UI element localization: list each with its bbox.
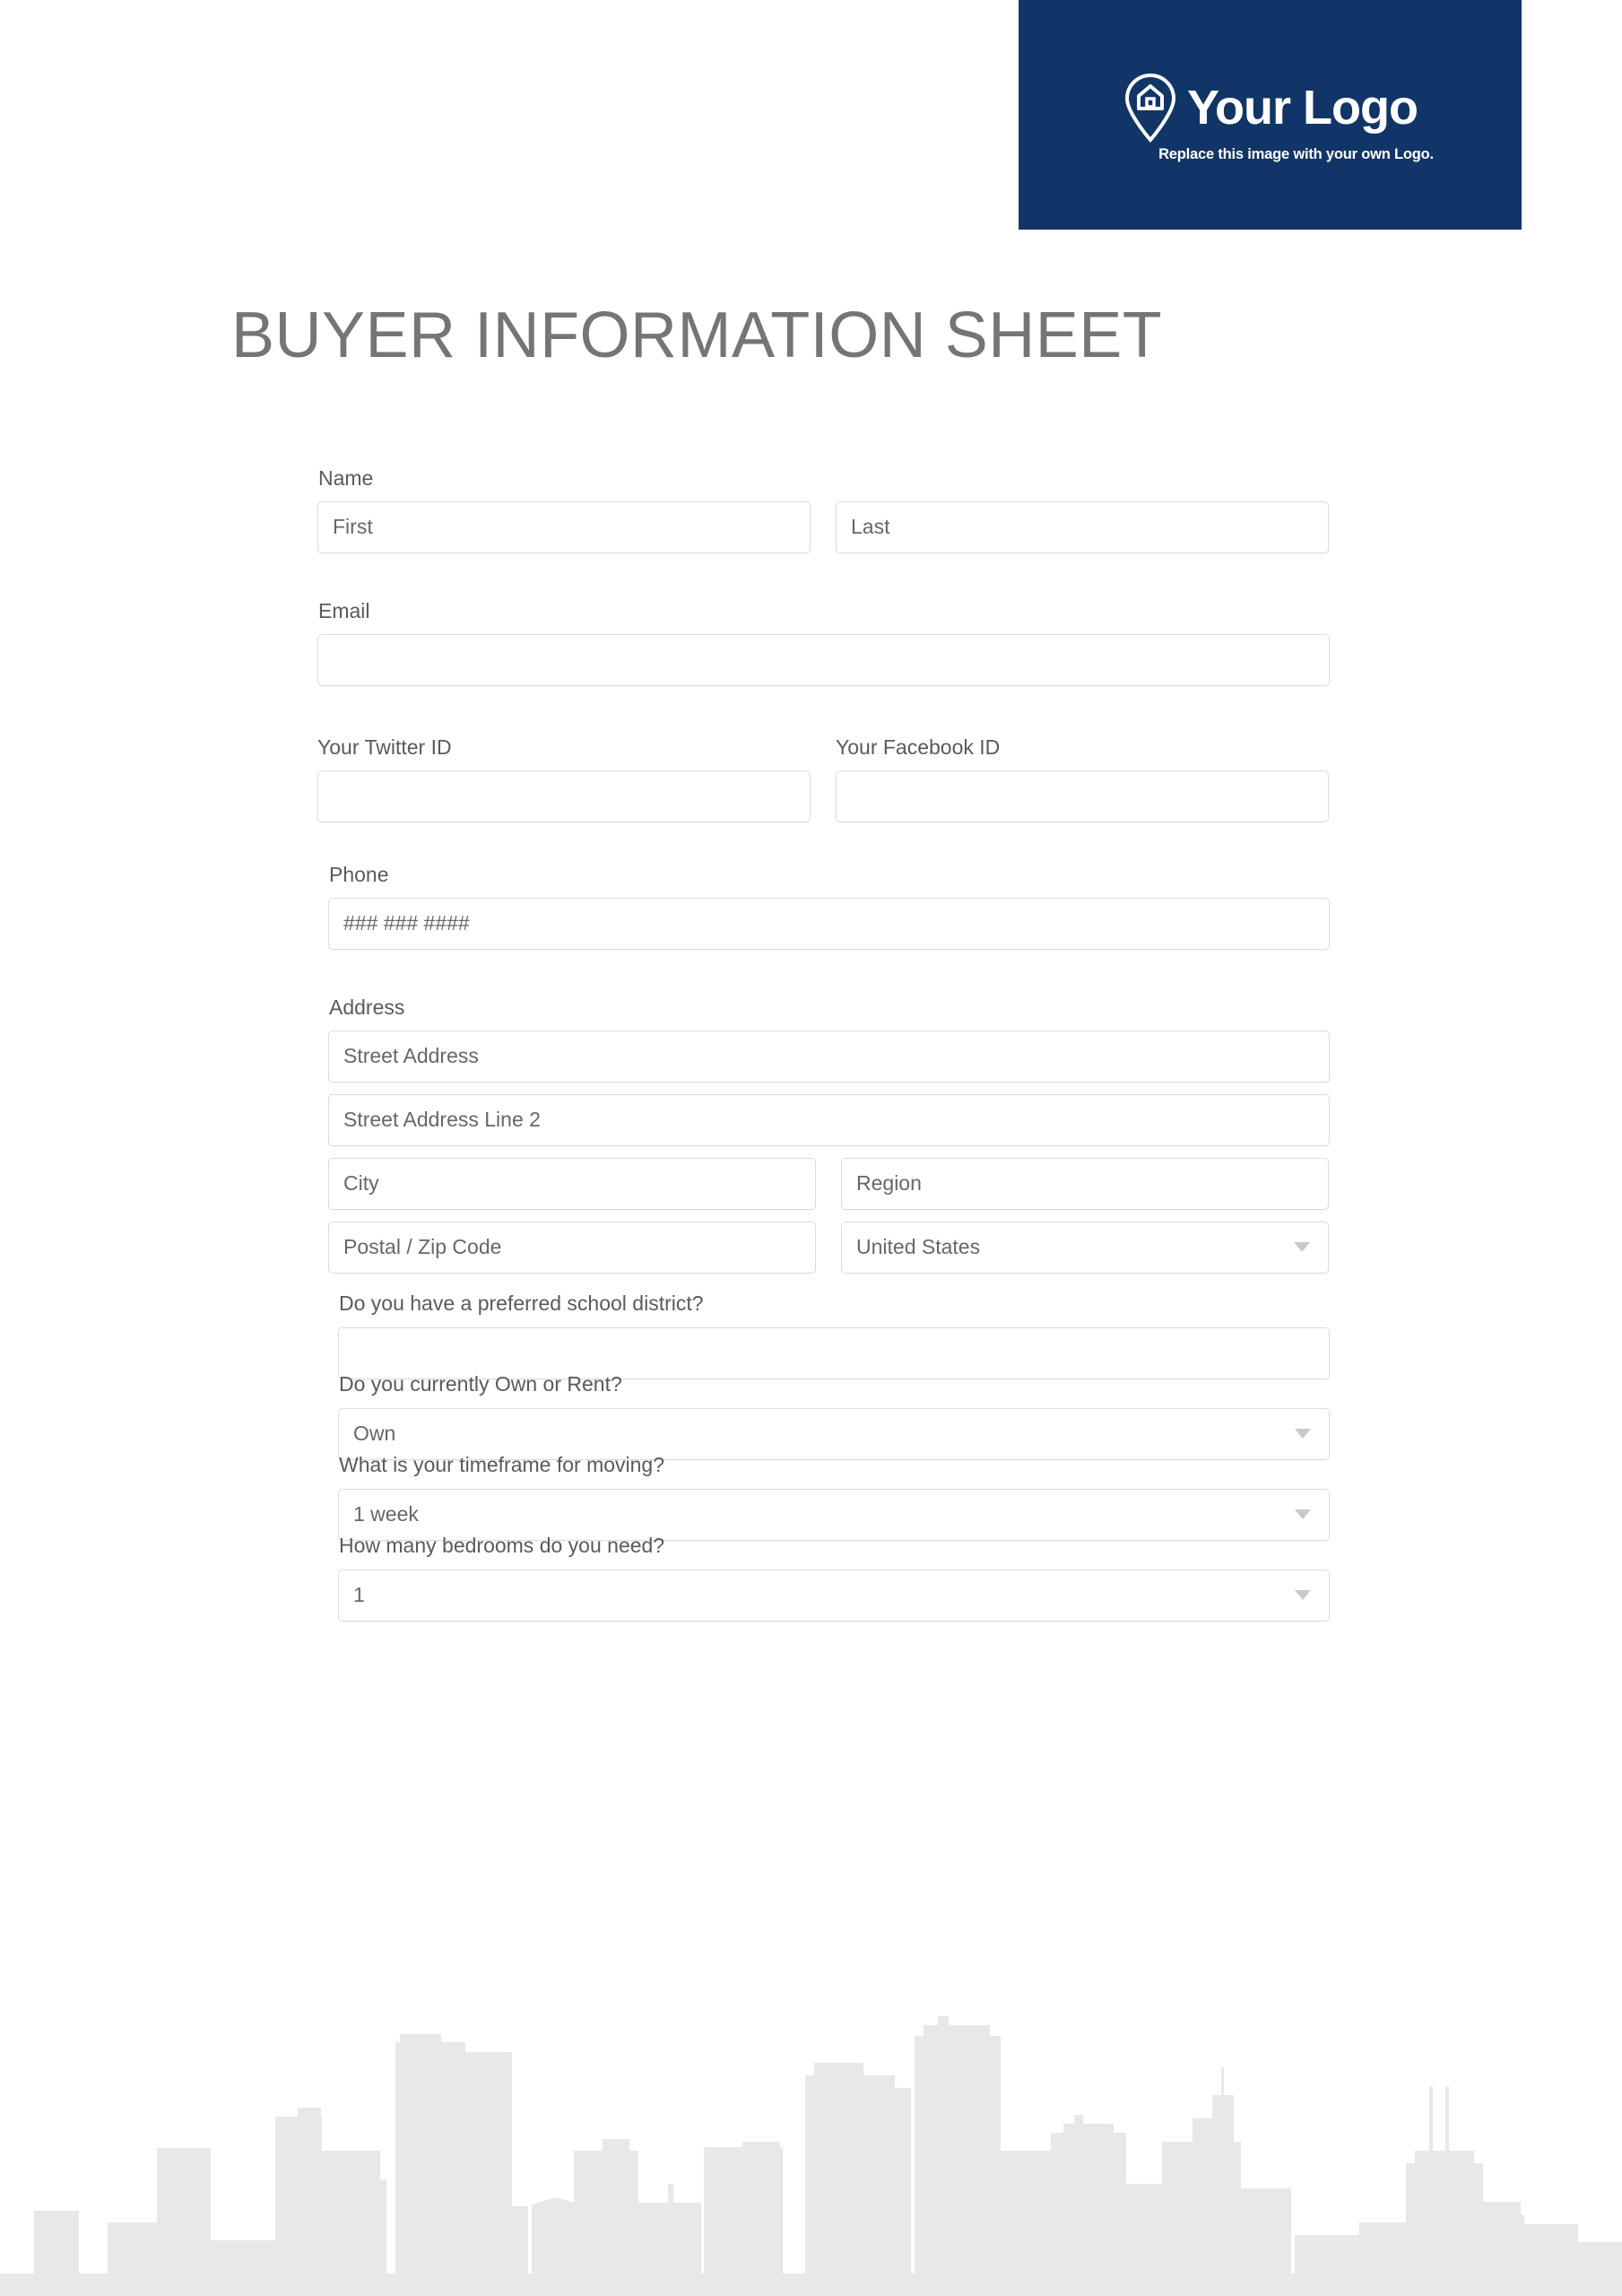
twitter-col bbox=[317, 770, 811, 822]
field-group-phone: Phone ### ### #### bbox=[328, 863, 1330, 950]
social-inputs-row bbox=[317, 770, 1330, 822]
city-region-row: City Region bbox=[328, 1157, 1330, 1210]
facebook-id-input[interactable] bbox=[836, 770, 1329, 822]
postal-col: Postal / Zip Code bbox=[328, 1221, 816, 1274]
postal-country-row: Postal / Zip Code United States bbox=[328, 1221, 1330, 1274]
city-col: City bbox=[328, 1157, 816, 1210]
field-group-own-or-rent: Do you currently Own or Rent? Own bbox=[338, 1372, 1330, 1460]
chevron-down-icon bbox=[1295, 1509, 1311, 1520]
bedrooms-select[interactable]: 1 bbox=[338, 1569, 1330, 1622]
school-district-input[interactable] bbox=[338, 1326, 1330, 1379]
country-select-value: United States bbox=[856, 1235, 981, 1259]
field-group-moving-timeframe: What is your timeframe for moving? 1 wee… bbox=[338, 1453, 1330, 1541]
logo-subtitle: Replace this image with your own Logo. bbox=[1158, 145, 1434, 162]
first-name-col: First bbox=[317, 500, 811, 553]
email-input[interactable] bbox=[317, 633, 1330, 686]
company-logo-block: Your Logo Replace this image with your o… bbox=[1019, 0, 1522, 230]
field-group-name: Name First Last bbox=[317, 466, 1330, 553]
field-group-email: Email bbox=[317, 599, 1330, 686]
own-or-rent-select[interactable]: Own bbox=[338, 1407, 1330, 1460]
buyer-information-sheet-page: Your Logo Replace this image with your o… bbox=[0, 0, 1622, 2296]
chevron-down-icon bbox=[1294, 1242, 1310, 1253]
moving-timeframe-value: 1 week bbox=[353, 1502, 419, 1526]
chevron-down-icon bbox=[1295, 1590, 1311, 1601]
phone-label: Phone bbox=[329, 863, 389, 886]
name-label: Name bbox=[318, 466, 374, 490]
name-row: First Last bbox=[317, 500, 1330, 553]
bedrooms-value: 1 bbox=[353, 1583, 365, 1607]
chevron-down-icon bbox=[1295, 1429, 1311, 1439]
city-skyline-silhouette-icon bbox=[0, 2016, 1622, 2296]
moving-timeframe-select[interactable]: 1 week bbox=[338, 1488, 1330, 1541]
phone-input[interactable]: ### ### #### bbox=[328, 897, 1330, 950]
page-title: BUYER INFORMATION SHEET bbox=[231, 300, 1163, 371]
facebook-col bbox=[836, 770, 1329, 822]
street-address-line: Street Address bbox=[328, 1030, 1330, 1083]
region-input[interactable]: Region bbox=[841, 1157, 1329, 1210]
first-name-input[interactable]: First bbox=[317, 500, 811, 553]
last-name-col: Last bbox=[836, 500, 1329, 553]
own-or-rent-value: Own bbox=[353, 1422, 396, 1446]
twitter-label: Your Twitter ID bbox=[317, 735, 452, 759]
city-input[interactable]: City bbox=[328, 1157, 816, 1210]
street-address-2-line: Street Address Line 2 bbox=[328, 1093, 1330, 1146]
street-address-2-input[interactable]: Street Address Line 2 bbox=[328, 1093, 1330, 1146]
logo-row: Your Logo bbox=[1123, 73, 1418, 143]
social-labels-row: Your Twitter ID Your Facebook ID bbox=[317, 735, 1330, 761]
country-select[interactable]: United States bbox=[841, 1221, 1329, 1274]
country-col: United States bbox=[841, 1221, 1329, 1274]
bedrooms-label: How many bedrooms do you need? bbox=[339, 1534, 665, 1557]
region-col: Region bbox=[841, 1157, 1329, 1210]
moving-timeframe-label: What is your timeframe for moving? bbox=[339, 1453, 665, 1476]
field-group-school-district: Do you have a preferred school district? bbox=[338, 1292, 1330, 1379]
email-label: Email bbox=[318, 599, 370, 622]
field-group-address: Address Street Address Street Address Li… bbox=[328, 996, 1330, 1274]
field-group-social: Your Twitter ID Your Facebook ID bbox=[317, 735, 1330, 822]
map-pin-house-icon bbox=[1125, 73, 1176, 143]
logo-brand-text: Your Logo bbox=[1187, 80, 1418, 135]
facebook-label: Your Facebook ID bbox=[836, 735, 1001, 759]
twitter-id-input[interactable] bbox=[317, 770, 811, 822]
field-group-bedrooms: How many bedrooms do you need? 1 bbox=[338, 1534, 1330, 1622]
school-district-label: Do you have a preferred school district? bbox=[339, 1292, 704, 1315]
own-or-rent-label: Do you currently Own or Rent? bbox=[339, 1372, 622, 1396]
address-label: Address bbox=[329, 996, 405, 1019]
last-name-input[interactable]: Last bbox=[836, 500, 1329, 553]
street-address-input[interactable]: Street Address bbox=[328, 1030, 1330, 1083]
postal-zip-input[interactable]: Postal / Zip Code bbox=[328, 1221, 816, 1274]
